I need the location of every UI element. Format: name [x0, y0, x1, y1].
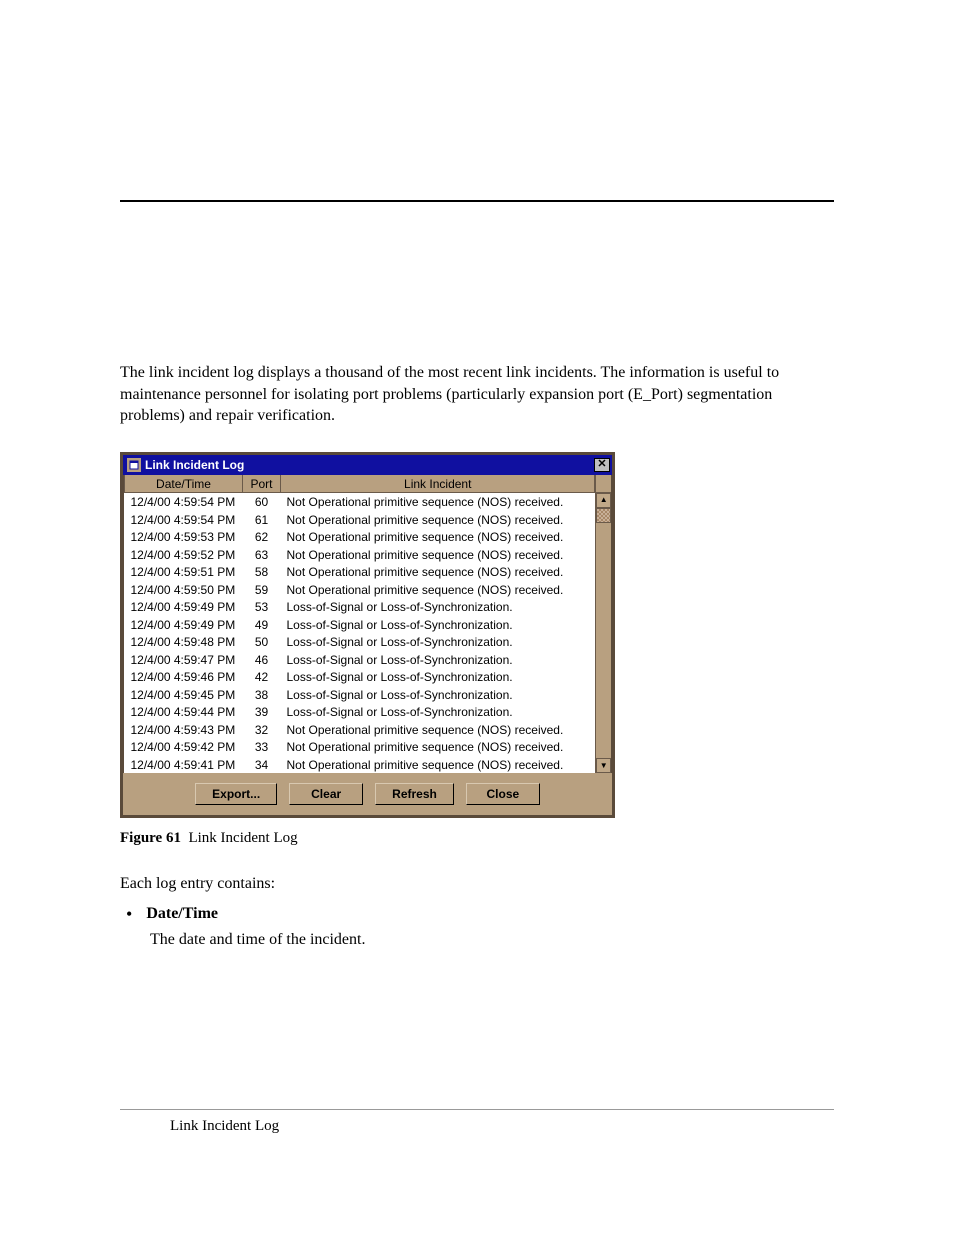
titlebar[interactable]: Link Incident Log ✕ [123, 455, 612, 475]
cell-datetime: 12/4/00 4:59:46 PM [125, 668, 243, 686]
cell-datetime: 12/4/00 4:59:54 PM [125, 493, 243, 511]
export-button[interactable]: Export... [195, 783, 277, 805]
cell-incident: Not Operational primitive sequence (NOS)… [281, 563, 595, 581]
window-title: Link Incident Log [145, 458, 594, 472]
cell-datetime: 12/4/00 4:59:54 PM [125, 511, 243, 529]
table-row[interactable]: 12/4/00 4:59:49 PM53Loss-of-Signal or Lo… [125, 598, 595, 616]
clear-button[interactable]: Clear [289, 783, 363, 805]
cell-incident: Loss-of-Signal or Loss-of-Synchronizatio… [281, 616, 595, 634]
cell-port: 34 [243, 756, 281, 774]
cell-datetime: 12/4/00 4:59:50 PM [125, 581, 243, 599]
cell-datetime: 12/4/00 4:59:44 PM [125, 703, 243, 721]
cell-datetime: 12/4/00 4:59:51 PM [125, 563, 243, 581]
cell-datetime: 12/4/00 4:59:41 PM [125, 756, 243, 774]
scroll-thumb[interactable] [596, 508, 611, 523]
cell-datetime: 12/4/00 4:59:49 PM [125, 598, 243, 616]
cell-datetime: 12/4/00 4:59:48 PM [125, 633, 243, 651]
cell-port: 33 [243, 738, 281, 756]
cell-port: 63 [243, 546, 281, 564]
cell-incident: Loss-of-Signal or Loss-of-Synchronizatio… [281, 651, 595, 669]
figure-label: Figure 61 [120, 830, 181, 846]
table-row[interactable]: 12/4/00 4:59:41 PM34Not Operational prim… [125, 756, 595, 774]
cell-incident: Not Operational primitive sequence (NOS)… [281, 493, 595, 511]
bullet-item: • Date/Time [126, 905, 834, 923]
each-entry-text: Each log entry contains: [120, 875, 834, 893]
cell-port: 39 [243, 703, 281, 721]
table-row[interactable]: 12/4/00 4:59:49 PM49Loss-of-Signal or Lo… [125, 616, 595, 634]
table-row[interactable]: 12/4/00 4:59:50 PM59Not Operational prim… [125, 581, 595, 599]
cell-incident: Loss-of-Signal or Loss-of-Synchronizatio… [281, 598, 595, 616]
cell-datetime: 12/4/00 4:59:47 PM [125, 651, 243, 669]
bullet-description: The date and time of the incident. [150, 931, 834, 949]
cell-datetime: 12/4/00 4:59:45 PM [125, 686, 243, 704]
scroll-down-icon[interactable]: ▼ [596, 758, 611, 773]
link-incident-log-dialog: Link Incident Log ✕ Date/Time Port Link … [120, 452, 615, 819]
cell-port: 38 [243, 686, 281, 704]
scroll-up-icon[interactable]: ▲ [596, 493, 611, 508]
cell-port: 59 [243, 581, 281, 599]
cell-port: 42 [243, 668, 281, 686]
cell-port: 49 [243, 616, 281, 634]
cell-incident: Loss-of-Signal or Loss-of-Synchronizatio… [281, 668, 595, 686]
cell-port: 53 [243, 598, 281, 616]
table-row[interactable]: 12/4/00 4:59:48 PM50Loss-of-Signal or Lo… [125, 633, 595, 651]
cell-incident: Loss-of-Signal or Loss-of-Synchronizatio… [281, 633, 595, 651]
cell-incident: Not Operational primitive sequence (NOS)… [281, 756, 595, 774]
table-row[interactable]: 12/4/00 4:59:44 PM39Loss-of-Signal or Lo… [125, 703, 595, 721]
cell-datetime: 12/4/00 4:59:52 PM [125, 546, 243, 564]
horizontal-rule [120, 200, 834, 202]
col-header-port[interactable]: Port [243, 475, 281, 493]
cell-incident: Not Operational primitive sequence (NOS)… [281, 738, 595, 756]
table-row[interactable]: 12/4/00 4:59:52 PM63Not Operational prim… [125, 546, 595, 564]
cell-incident: Not Operational primitive sequence (NOS)… [281, 546, 595, 564]
page-footer: Link Incident Log [120, 1109, 834, 1135]
log-table: Date/Time Port Link Incident 12/4/00 4:5… [124, 475, 595, 774]
cell-port: 61 [243, 511, 281, 529]
vertical-scrollbar[interactable]: ▲ ▼ [595, 475, 611, 774]
table-row[interactable]: 12/4/00 4:59:43 PM32Not Operational prim… [125, 721, 595, 739]
cell-incident: Loss-of-Signal or Loss-of-Synchronizatio… [281, 686, 595, 704]
figure-caption: Figure 61 Link Incident Log [120, 830, 834, 847]
cell-incident: Loss-of-Signal or Loss-of-Synchronizatio… [281, 703, 595, 721]
cell-incident: Not Operational primitive sequence (NOS)… [281, 721, 595, 739]
cell-datetime: 12/4/00 4:59:42 PM [125, 738, 243, 756]
table-row[interactable]: 12/4/00 4:59:47 PM46Loss-of-Signal or Lo… [125, 651, 595, 669]
window-icon [127, 458, 141, 472]
cell-port: 58 [243, 563, 281, 581]
close-icon[interactable]: ✕ [594, 458, 610, 472]
bullet-icon: • [126, 905, 132, 923]
table-row[interactable]: 12/4/00 4:59:46 PM42Loss-of-Signal or Lo… [125, 668, 595, 686]
button-bar: Export... Clear Refresh Close [123, 773, 612, 815]
cell-incident: Not Operational primitive sequence (NOS)… [281, 581, 595, 599]
cell-port: 32 [243, 721, 281, 739]
bullet-title: Date/Time [146, 905, 218, 923]
cell-incident: Not Operational primitive sequence (NOS)… [281, 528, 595, 546]
table-row[interactable]: 12/4/00 4:59:45 PM38Loss-of-Signal or Lo… [125, 686, 595, 704]
intro-paragraph: The link incident log displays a thousan… [120, 362, 834, 427]
table-row[interactable]: 12/4/00 4:59:53 PM62Not Operational prim… [125, 528, 595, 546]
figure-caption-text: Link Incident Log [188, 830, 297, 846]
close-button[interactable]: Close [466, 783, 540, 805]
cell-datetime: 12/4/00 4:59:49 PM [125, 616, 243, 634]
cell-port: 62 [243, 528, 281, 546]
cell-datetime: 12/4/00 4:59:53 PM [125, 528, 243, 546]
refresh-button[interactable]: Refresh [375, 783, 454, 805]
cell-port: 46 [243, 651, 281, 669]
cell-port: 60 [243, 493, 281, 511]
table-row[interactable]: 12/4/00 4:59:51 PM58Not Operational prim… [125, 563, 595, 581]
table-row[interactable]: 12/4/00 4:59:54 PM60Not Operational prim… [125, 493, 595, 511]
cell-port: 50 [243, 633, 281, 651]
cell-datetime: 12/4/00 4:59:43 PM [125, 721, 243, 739]
col-header-incident[interactable]: Link Incident [281, 475, 595, 493]
cell-incident: Not Operational primitive sequence (NOS)… [281, 511, 595, 529]
table-row[interactable]: 12/4/00 4:59:42 PM33Not Operational prim… [125, 738, 595, 756]
col-header-datetime[interactable]: Date/Time [125, 475, 243, 493]
table-row[interactable]: 12/4/00 4:59:54 PM61Not Operational prim… [125, 511, 595, 529]
